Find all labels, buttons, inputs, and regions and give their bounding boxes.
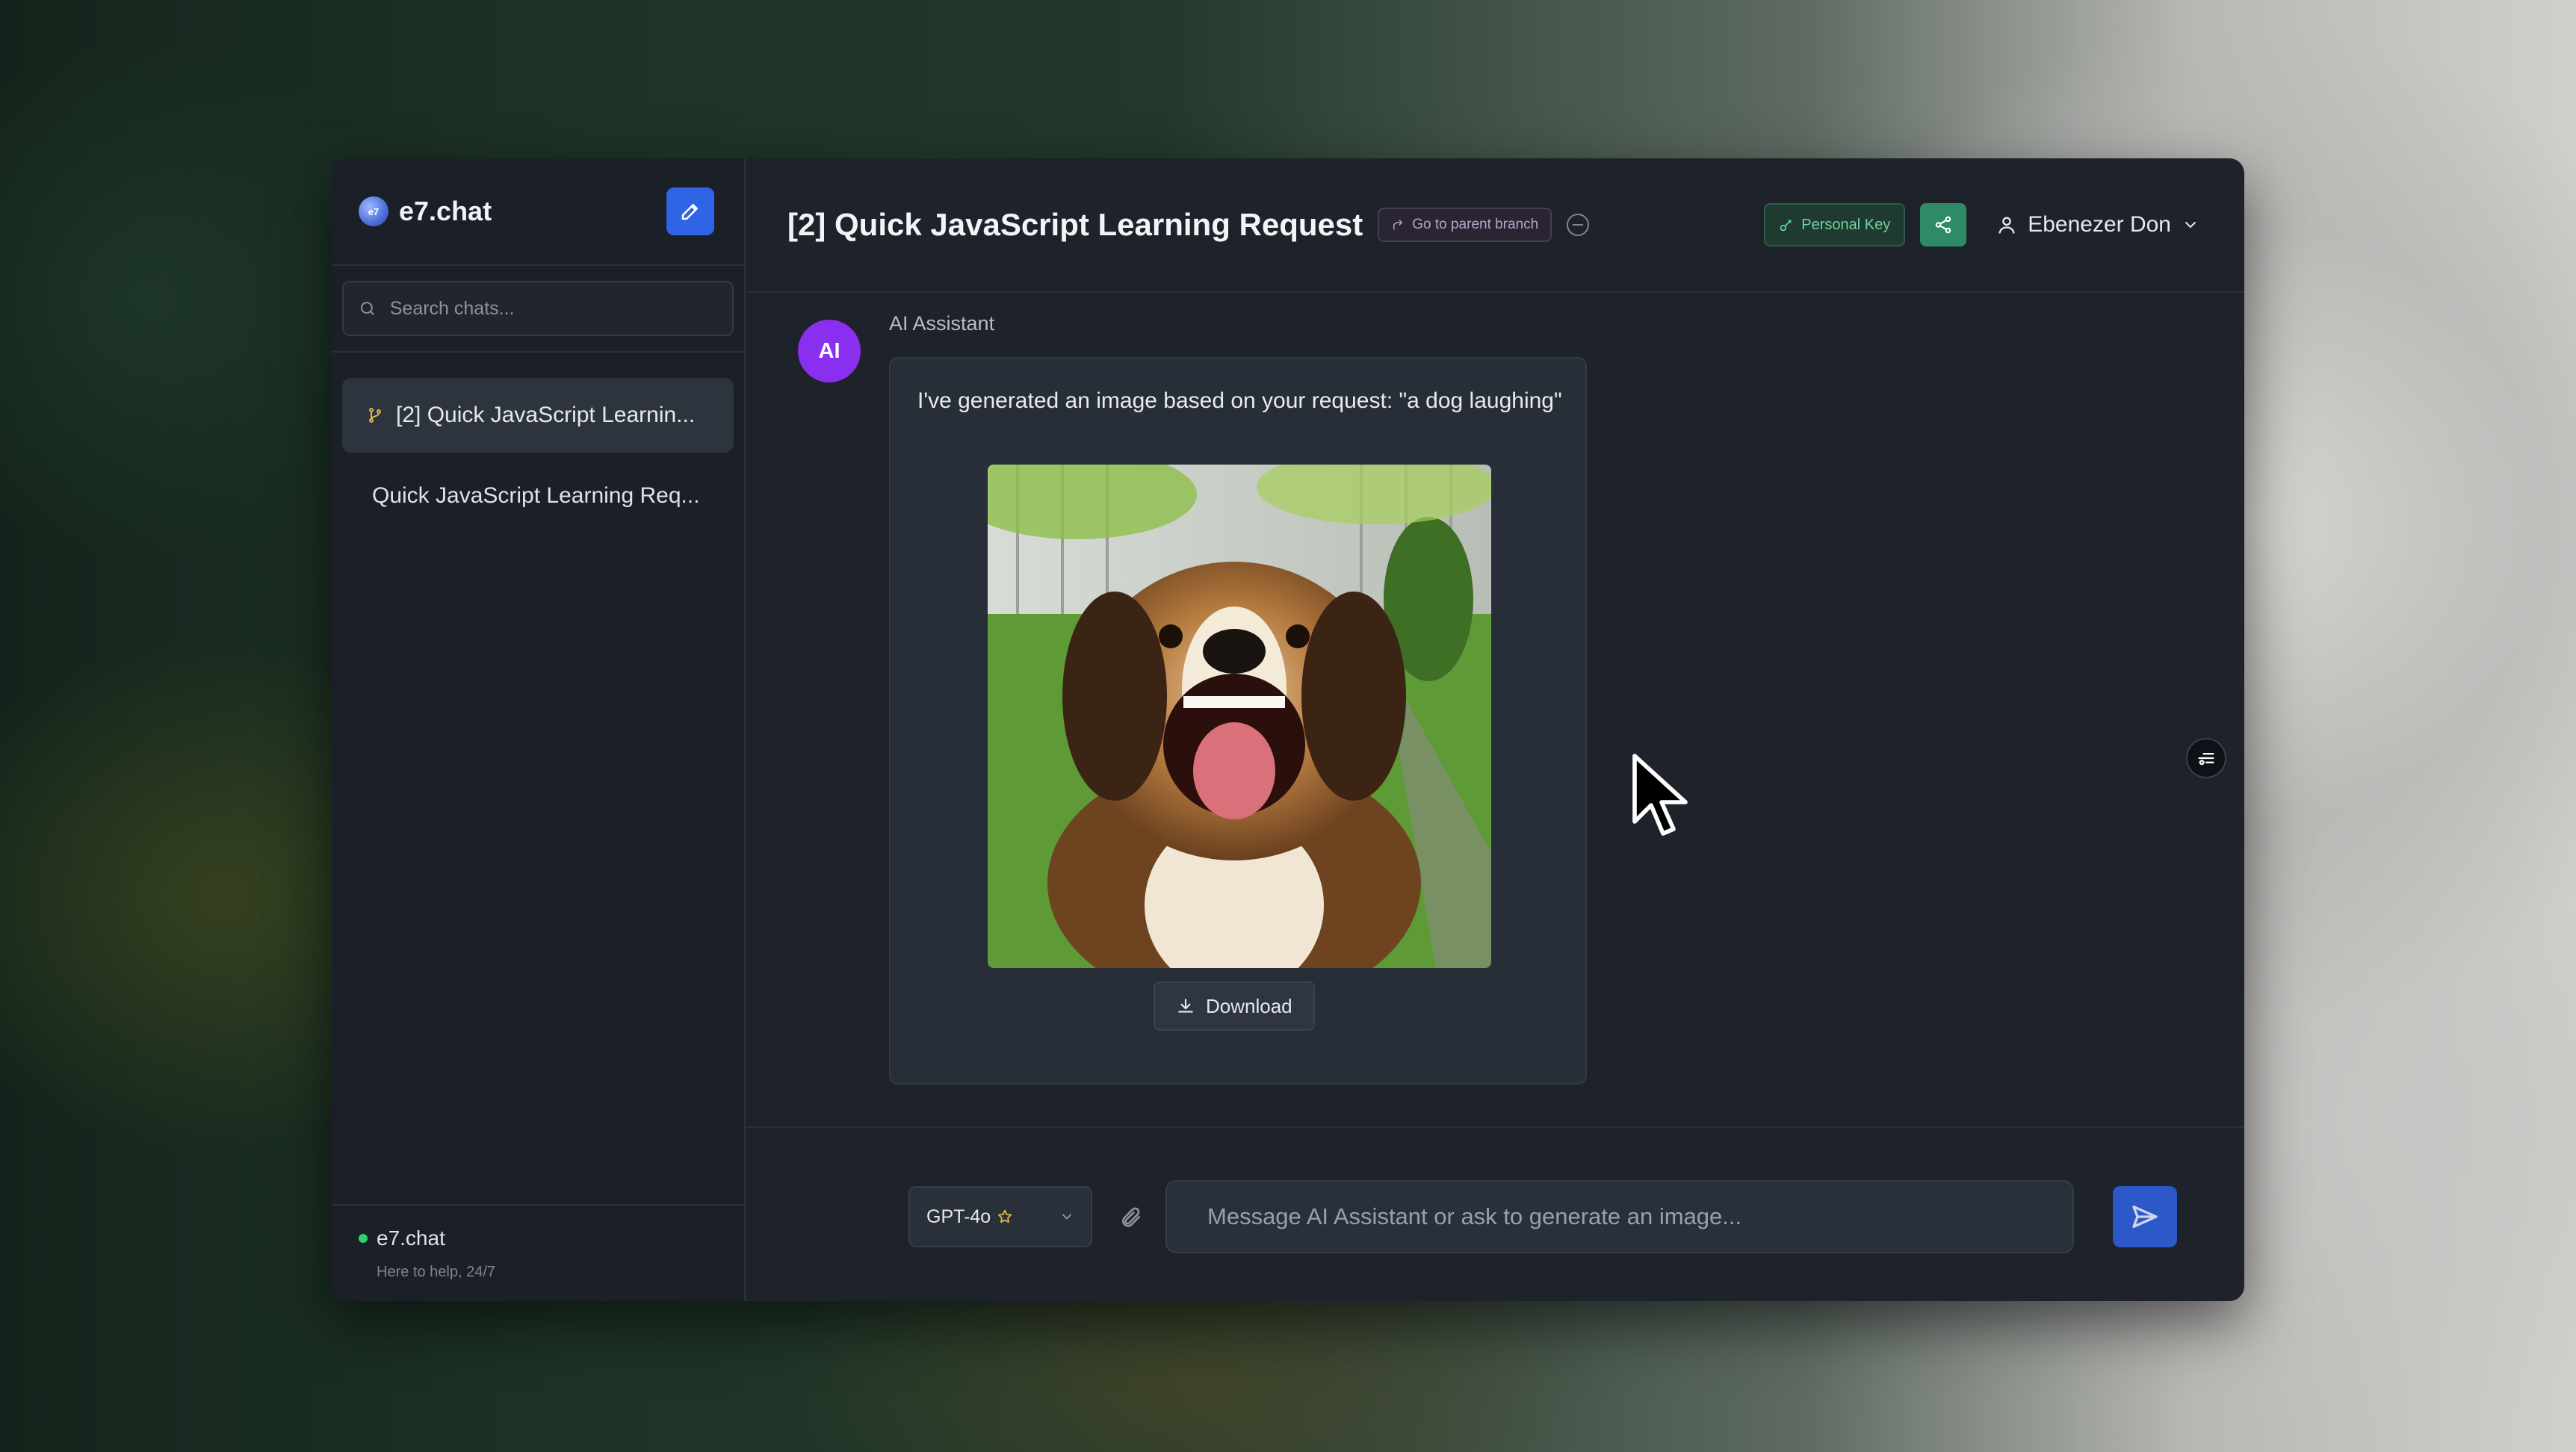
new-chat-button[interactable] [666,187,714,235]
mouse-cursor-icon [1632,754,1688,836]
key-icon [1780,220,1792,232]
chat-main: [2] Quick JavaScript Learning Request Go… [746,158,2244,1301]
chat-item-active[interactable]: [2] Quick JavaScript Learnin... [342,378,734,453]
sidebar-footer: e7.chat Here to help, 24/7 [332,1204,744,1301]
share-icon [1935,216,1951,234]
send-button[interactable] [2113,1186,2177,1247]
header-actions: Personal Key Ebenezer Don [1764,203,2199,246]
branch-icon [369,408,381,423]
search-box[interactable] [342,281,734,336]
sidebar: e7 e7.chat [2] Quick JavaScrip [332,158,746,1301]
arrow-turn-icon [1393,220,1403,230]
assistant-avatar: AI [798,320,861,382]
model-select[interactable]: GPT-4o [908,1186,1092,1247]
brand-name: e7.chat [399,196,492,226]
message-bubble: I've generated an image based on your re… [889,357,1587,1085]
message-text: I've generated an image based on your re… [917,388,1562,413]
app-window: e7 e7.chat [2] Quick JavaScrip [332,158,2244,1301]
send-icon [2132,1206,2158,1228]
chat-item-label: Quick JavaScript Learning Req... [372,483,700,508]
chevron-down-icon [1062,1214,1071,1220]
pencil-icon [681,204,698,220]
sender-name: AI Assistant [889,312,995,335]
user-name: Ebenezer Don [2028,212,2171,237]
search-icon [360,302,374,315]
user-menu[interactable]: Ebenezer Don [1996,212,2199,238]
chat-list: [2] Quick JavaScript Learnin... Quick Ja… [332,353,744,533]
generated-image[interactable] [988,465,1491,968]
page-title: [2] Quick JavaScript Learning Request [787,207,1363,242]
online-status-dot [359,1234,368,1243]
chevron-down-icon [2185,222,2196,229]
personal-key-label: Personal Key [1801,216,1891,233]
sidebar-header: e7 e7.chat [332,158,744,266]
settings-sliders-icon [2198,753,2214,766]
footer-name: e7.chat [377,1226,445,1250]
download-icon [1178,999,1193,1013]
composer: GPT-4o [746,1126,2244,1301]
share-button[interactable] [1920,203,1967,246]
message-input[interactable] [1165,1180,2074,1253]
e7-logo-icon: e7 [359,196,388,226]
attach-button[interactable] [1115,1201,1148,1234]
star-icon [998,1209,1012,1223]
parent-branch-label: Go to parent branch [1412,217,1539,232]
brand[interactable]: e7 e7.chat [359,196,492,227]
download-button[interactable]: Download [1154,981,1315,1031]
chat-header: [2] Quick JavaScript Learning Request Go… [746,158,2244,293]
search-input[interactable] [389,297,717,320]
chat-item[interactable]: Quick JavaScript Learning Req... [342,459,734,533]
personal-key-button[interactable]: Personal Key [1764,203,1906,246]
footer-tagline: Here to help, 24/7 [377,1264,495,1280]
remove-circle-button[interactable] [1567,214,1590,236]
paperclip-icon [1122,1207,1140,1227]
model-label: GPT-4o [926,1206,991,1227]
go-to-parent-branch-button[interactable]: Go to parent branch [1378,208,1552,242]
download-label: Download [1206,994,1292,1017]
panel-toggle-button[interactable] [2186,738,2226,778]
chat-item-label: [2] Quick JavaScript Learnin... [396,403,696,427]
dog-image [988,465,1491,968]
user-icon [1998,217,2015,234]
